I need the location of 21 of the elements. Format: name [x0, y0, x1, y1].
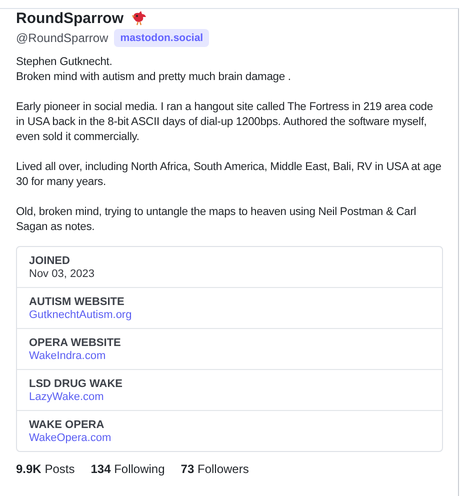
field-label: LSD DRUG WAKE	[29, 378, 124, 390]
display-name: RoundSparrow	[16, 10, 124, 26]
account-handle: @RoundSparrow	[16, 31, 108, 45]
bird-icon	[130, 9, 148, 27]
field-label: JOINED	[29, 255, 71, 267]
server-badge: mastodon.social	[114, 29, 210, 47]
bio-paragraph: Lived all over, including North Africa, South America, Middle East, Bali, RV in USA at age 30 for many years.	[16, 160, 442, 190]
field-label: WAKE OPERA	[29, 419, 106, 431]
field-link[interactable]: WakeIndra.com	[29, 350, 430, 362]
field-link[interactable]: WakeOpera.com	[29, 432, 430, 444]
field-link[interactable]: GutknechtAutism.org	[29, 309, 430, 321]
bio-paragraph: Old, broken mind, trying to untangle the maps to heaven using Neil Postman & Carl Sagan as notes.	[16, 205, 418, 235]
field-link[interactable]: LazyWake.com	[29, 391, 430, 403]
stat-link[interactable]: 134 Following	[90, 462, 165, 476]
stat-link[interactable]: 9.9K Posts	[16, 462, 75, 476]
field-label: OPERA WEBSITE	[29, 337, 122, 349]
bio-paragraph: Early pioneer in social media. I ran a hangout site called The Fortress in 219 area code in USA back in the 8-bit ASCII days of dial-up 1200bps. Authored the software myself, even sold it commercially.	[16, 100, 434, 145]
field-label: AUTISM WEBSITE	[29, 296, 126, 308]
field-value: Nov 03, 2023	[29, 268, 96, 280]
bio-paragraph: Stephen Gutknecht. Broken mind with autism and pretty much brain damage .	[16, 55, 292, 85]
stat-link[interactable]: 73 Followers	[180, 462, 249, 476]
